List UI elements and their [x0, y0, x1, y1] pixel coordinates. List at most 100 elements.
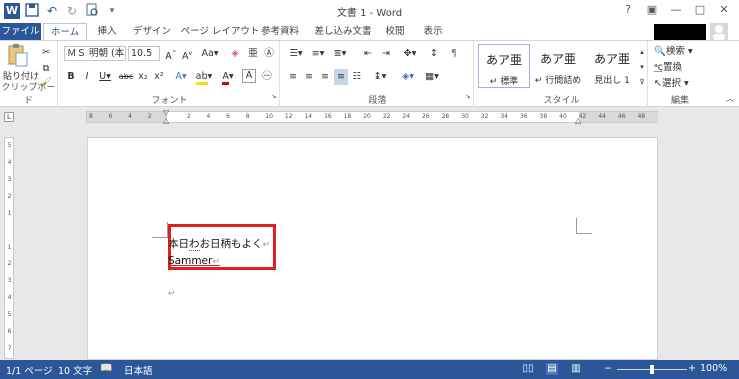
- tab-insert[interactable]: 挿入: [92, 23, 122, 40]
- find-button[interactable]: 🔍検索 ▾: [654, 44, 704, 60]
- tab-references[interactable]: 参考資料: [258, 23, 302, 40]
- align-left-icon[interactable]: ≡: [286, 69, 300, 85]
- tab-page-layout[interactable]: ページ レイアウト: [180, 23, 260, 40]
- avatar[interactable]: [710, 23, 728, 40]
- ruler-tick-label: 6: [226, 113, 230, 120]
- search-icon: 🔍: [654, 46, 666, 57]
- styles-scroll-up-icon[interactable]: ▴: [638, 44, 646, 58]
- show-formatting-marks-icon[interactable]: ¶: [446, 46, 462, 62]
- help-icon[interactable]: ?: [616, 2, 640, 18]
- font-color-icon[interactable]: A▾: [218, 69, 238, 85]
- page-count[interactable]: 1/1 ページ: [6, 363, 53, 377]
- font-size-combo[interactable]: 10.5: [128, 46, 160, 61]
- bullets-icon[interactable]: ☰▾: [286, 46, 306, 62]
- style-no-spacing[interactable]: あア亜 ↵ 行間詰め: [532, 44, 584, 88]
- ruler-tick-label: 8: [245, 113, 250, 120]
- increase-indent-icon[interactable]: ⇥: [378, 46, 394, 62]
- numbering-icon[interactable]: ≡▾: [308, 46, 328, 62]
- select-button[interactable]: ↖選択 ▾: [654, 76, 704, 92]
- ruler-tick-label: 2: [147, 113, 152, 120]
- vertical-ruler[interactable]: 5 4 3 2 1 1 2 3 4 5 6 7: [4, 137, 14, 359]
- tab-selector-icon[interactable]: L: [4, 112, 14, 122]
- font-name-combo[interactable]: ＭＳ 明朝 (本: [64, 46, 126, 61]
- enclosed-character-icon[interactable]: Ⓐ: [262, 46, 276, 62]
- italic-button[interactable]: I: [80, 69, 94, 85]
- line-spacing-icon[interactable]: ↨▾: [370, 69, 390, 85]
- tab-review[interactable]: 校閲: [380, 23, 410, 40]
- ruler-tick-label: 30: [461, 113, 469, 120]
- paste-icon[interactable]: [6, 43, 30, 69]
- ruler-tick-label: 14: [304, 113, 313, 120]
- sort-icon[interactable]: ↕: [426, 46, 442, 62]
- borders-icon[interactable]: ▦▾: [422, 69, 442, 85]
- character-shading-icon[interactable]: A: [242, 69, 256, 83]
- read-mode-icon[interactable]: ▯▯: [522, 363, 534, 375]
- vertical-ruler-tick-label: 6: [7, 328, 12, 336]
- distributed-icon[interactable]: ☷: [350, 69, 364, 85]
- shading-icon[interactable]: ◈▾: [398, 69, 418, 85]
- highlight-color-icon[interactable]: ab▾: [194, 69, 214, 85]
- phonetic-guide-icon[interactable]: 亜: [246, 46, 260, 62]
- ribbon-display-options-icon[interactable]: ▣: [640, 2, 664, 18]
- ruler-tick-label: 44: [598, 113, 606, 120]
- font-dialog-launcher-icon[interactable]: ↘: [270, 93, 278, 101]
- grow-font-icon[interactable]: A^: [164, 46, 178, 62]
- zoom-out-button[interactable]: −: [604, 363, 612, 374]
- text-line-1[interactable]: 本日わお日柄もよく↵: [168, 236, 270, 251]
- strikethrough-button[interactable]: abc: [118, 69, 134, 85]
- justify-icon[interactable]: ≡: [334, 69, 348, 85]
- vertical-ruler-tick-label: 5: [7, 142, 12, 149]
- ruler-tick-label: 40: [559, 113, 567, 120]
- clear-formatting-icon[interactable]: ◈: [228, 46, 242, 62]
- zoom-level[interactable]: 100%: [700, 363, 727, 374]
- enclose-characters-icon[interactable]: ㊀: [260, 69, 274, 85]
- ruler-tick-label: 46: [617, 113, 626, 120]
- tab-home[interactable]: ホーム: [43, 23, 87, 40]
- bold-button[interactable]: B: [64, 69, 78, 85]
- styles-more-icon[interactable]: ⊽: [638, 74, 646, 88]
- underline-button[interactable]: U▾: [96, 69, 114, 85]
- right-indent-marker-icon[interactable]: △: [575, 116, 581, 125]
- group-label-font: フォント: [151, 96, 188, 106]
- tab-mailings[interactable]: 差し込み文書: [310, 23, 376, 40]
- character-scaling-icon[interactable]: ✥▾: [400, 46, 420, 62]
- replace-button[interactable]: ᵃ͢c置換: [654, 60, 704, 76]
- style-normal[interactable]: あア亜 ↵ 標準: [478, 44, 530, 88]
- align-right-icon[interactable]: ≡: [318, 69, 332, 85]
- left-indent-marker-icon[interactable]: △: [163, 116, 169, 125]
- close-button[interactable]: ✕: [712, 2, 736, 18]
- superscript-button[interactable]: x²: [152, 69, 166, 85]
- ruler-tick-label: 16: [324, 113, 332, 120]
- zoom-in-button[interactable]: +: [688, 363, 696, 374]
- decrease-indent-icon[interactable]: ⇤: [360, 46, 376, 62]
- tab-view[interactable]: 表示: [418, 23, 448, 40]
- collapse-ribbon-icon[interactable]: ︿: [724, 91, 736, 107]
- text-effects-icon[interactable]: A▾: [172, 69, 190, 85]
- paragraph-dialog-launcher-icon[interactable]: ↘: [464, 93, 472, 101]
- cut-icon[interactable]: ✂: [40, 45, 52, 61]
- account-name[interactable]: [654, 24, 706, 40]
- align-center-icon[interactable]: ≡: [302, 69, 316, 85]
- language[interactable]: 日本語: [124, 363, 153, 377]
- web-layout-icon[interactable]: ▥: [570, 363, 582, 375]
- tab-design[interactable]: デザイン: [130, 23, 174, 40]
- styles-scroll-down-icon[interactable]: ▾: [638, 59, 646, 73]
- document-page[interactable]: 本日わお日柄もよく↵ Sammer↵ ↵: [87, 137, 658, 360]
- shrink-font-icon[interactable]: Av: [180, 46, 194, 62]
- vertical-ruler-tick-label: 7: [7, 345, 12, 353]
- zoom-slider-thumb[interactable]: [650, 365, 654, 374]
- multilevel-list-icon[interactable]: ≣▾: [330, 46, 350, 62]
- print-layout-icon[interactable]: ▤: [546, 363, 558, 375]
- vertical-ruler-tick-label: 5: [7, 311, 12, 319]
- subscript-button[interactable]: x₂: [136, 69, 150, 85]
- style-heading-1[interactable]: あア亜 見出し 1: [586, 44, 638, 88]
- tab-file[interactable]: ファイル: [0, 23, 41, 40]
- proofing-icon[interactable]: 📖: [100, 363, 112, 375]
- document-workspace: 543211234567 本日わお日柄もよく↵ Sammer↵ ↵: [0, 127, 739, 360]
- text-line-2[interactable]: Sammer↵: [168, 255, 220, 267]
- change-case-icon[interactable]: Aa▾: [200, 46, 220, 62]
- ruler-bar[interactable]: 8 6 4 2 2 4 6 8 10 12 14 16 18 20 22 24 26 28 30 32 34 36 38 40…: [86, 108, 658, 125]
- minimize-button[interactable]: —: [664, 2, 688, 18]
- word-count[interactable]: 10 文字: [58, 363, 92, 377]
- maximize-button[interactable]: □: [688, 2, 712, 18]
